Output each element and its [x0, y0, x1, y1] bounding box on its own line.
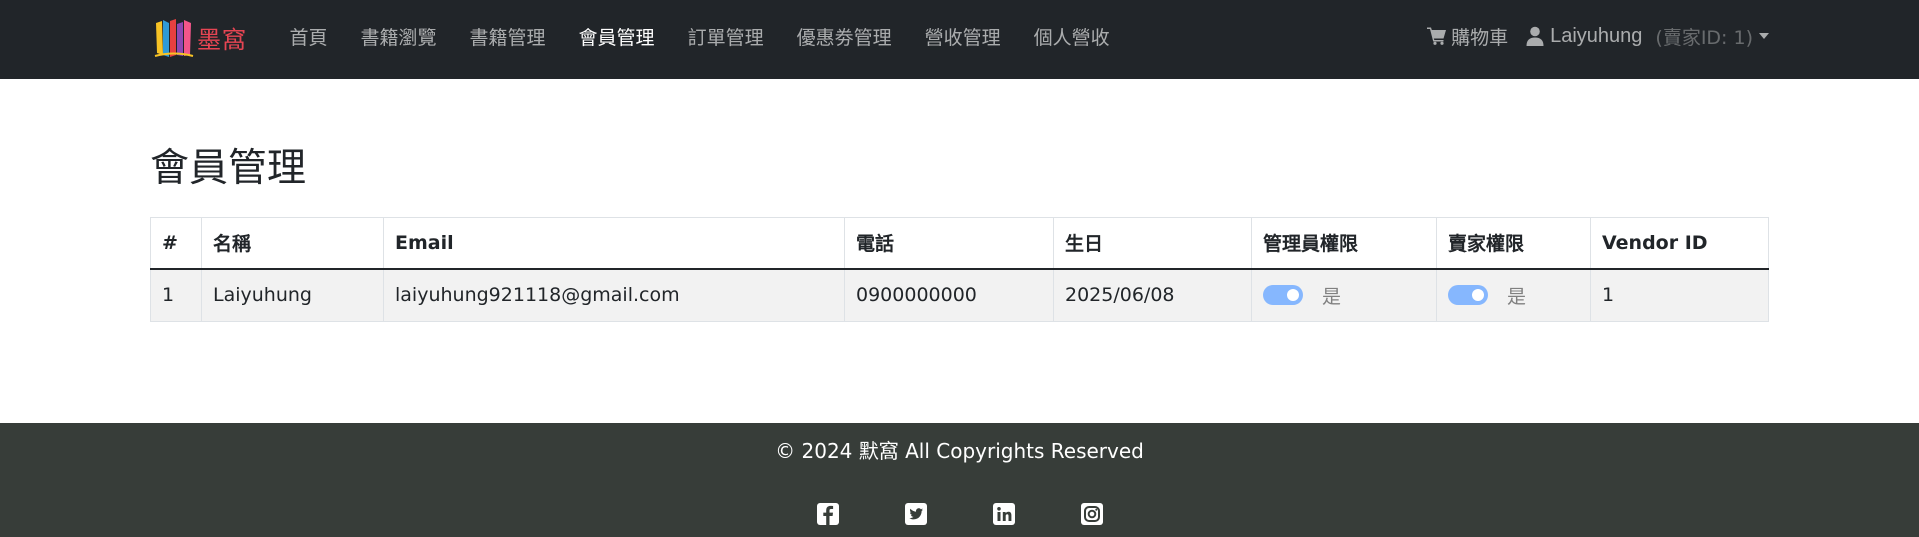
column-header-admin-permission: 管理員權限: [1251, 217, 1437, 270]
main-nav: 首頁 書籍瀏覽 書籍管理 會員管理 訂單管理 優惠劵管理 營收管理 個人營收: [273, 0, 1126, 72]
nav-link-coupon-management[interactable]: 優惠劵管理: [780, 23, 908, 50]
seller-permission-label: 是: [1507, 285, 1527, 308]
cell-name: Laiyuhung: [201, 268, 384, 322]
column-header-vendor-id: Vendor ID: [1590, 217, 1769, 270]
nav-link-revenue-management[interactable]: 營收管理: [908, 23, 1017, 50]
column-header-name: 名稱: [201, 217, 384, 270]
instagram-icon[interactable]: [1079, 501, 1105, 527]
column-header-birthday: 生日: [1053, 217, 1252, 270]
admin-permission-control: 是: [1263, 282, 1425, 309]
members-table: # 名稱 Email 電話 生日 管理員權限 賣家權限 Vendor ID 1 …: [150, 217, 1769, 322]
brand-name: 墨窩: [197, 25, 247, 54]
table-header-row: # 名稱 Email 電話 生日 管理員權限 賣家權限 Vendor ID: [150, 217, 1769, 270]
twitter-icon[interactable]: [903, 501, 929, 527]
vendor-id-tag: (賣家ID: 1): [1655, 26, 1753, 49]
nav-right: 購物車 Laiyuhung (賣家ID: 1): [1427, 0, 1769, 72]
cell-admin-permission: 是: [1251, 268, 1437, 322]
footer: © 2024 默窩 All Copyrights Reserved: [0, 423, 1919, 537]
user-icon: [1526, 26, 1544, 46]
nav-link-order-management[interactable]: 訂單管理: [671, 23, 780, 50]
facebook-icon[interactable]: [815, 501, 841, 527]
cell-phone: 0900000000: [844, 268, 1054, 322]
user-menu-toggle[interactable]: Laiyuhung (賣家ID: 1): [1526, 23, 1769, 50]
admin-permission-label: 是: [1322, 285, 1342, 308]
column-header-phone: 電話: [844, 217, 1054, 270]
cell-seller-permission: 是: [1436, 268, 1591, 322]
linkedin-icon[interactable]: [991, 501, 1017, 527]
page-title: 會員管理: [150, 146, 307, 191]
cell-birthday: 2025/06/08: [1053, 268, 1252, 322]
cart-link[interactable]: 購物車: [1427, 23, 1508, 50]
column-header-index: #: [150, 217, 202, 270]
shopping-cart-icon: [1427, 27, 1447, 45]
cell-email: laiyuhung921118@gmail.com: [383, 268, 845, 322]
admin-permission-toggle[interactable]: [1263, 285, 1303, 306]
seller-permission-toggle[interactable]: [1448, 285, 1488, 306]
nav-link-member-management[interactable]: 會員管理: [562, 23, 671, 50]
nav-link-home[interactable]: 首頁: [273, 23, 344, 50]
nav-link-browse-books[interactable]: 書籍瀏覽: [344, 23, 453, 50]
column-header-email: Email: [383, 217, 845, 270]
table-row: 1 Laiyuhung laiyuhung921118@gmail.com 09…: [150, 268, 1769, 322]
nav-link-personal-revenue[interactable]: 個人營收: [1017, 23, 1126, 50]
user-name: Laiyuhung: [1550, 24, 1643, 47]
seller-permission-control: 是: [1448, 282, 1579, 309]
cart-label: 購物車: [1451, 26, 1509, 49]
chevron-down-icon: [1759, 33, 1769, 39]
social-links: [0, 501, 1919, 527]
column-header-seller-permission: 賣家權限: [1436, 217, 1591, 270]
brand[interactable]: 墨窩: [152, 15, 247, 59]
books-logo-icon: [154, 19, 194, 57]
copyright-text: © 2024 默窩 All Copyrights Reserved: [775, 439, 1144, 463]
top-navbar: 墨窩 首頁 書籍瀏覽 書籍管理 會員管理 訂單管理 優惠劵管理 營收管理 個人營…: [0, 0, 1919, 79]
nav-link-book-management[interactable]: 書籍管理: [453, 23, 562, 50]
cell-index: 1: [150, 268, 202, 322]
cell-vendor-id: 1: [1590, 268, 1769, 322]
